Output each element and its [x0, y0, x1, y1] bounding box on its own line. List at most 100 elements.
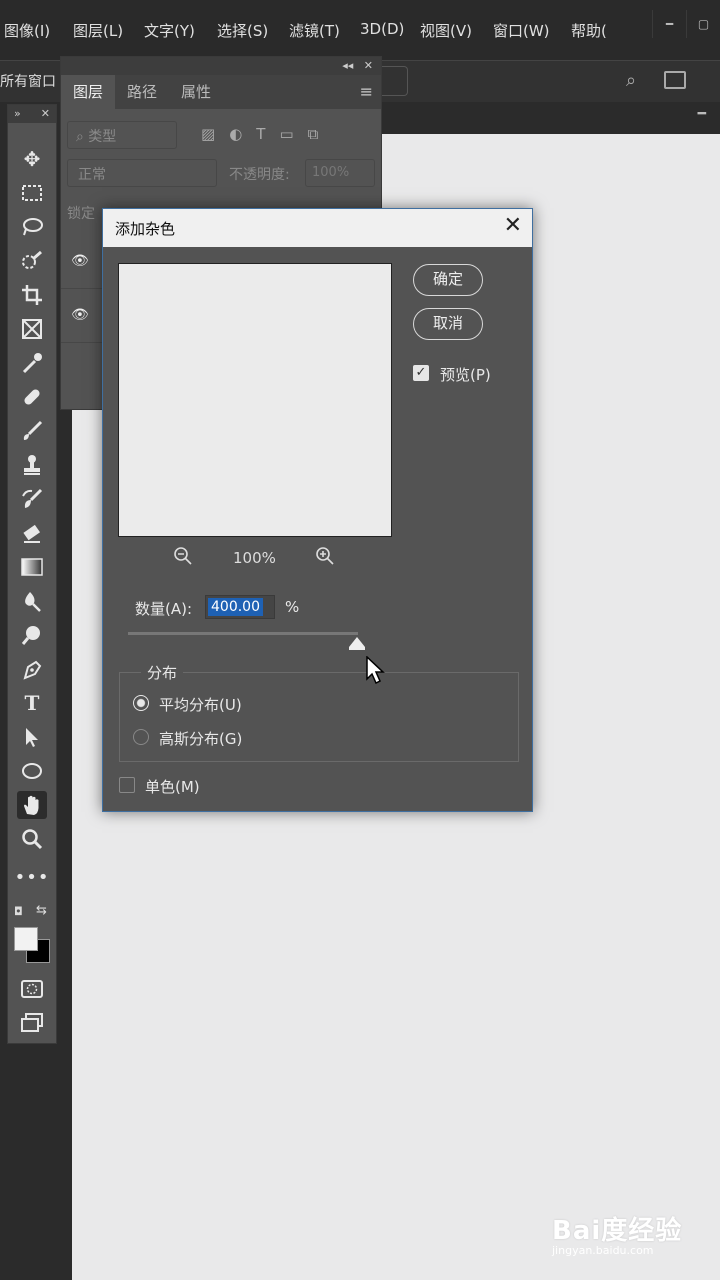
close-icon[interactable]: ✕ — [504, 213, 522, 238]
layer-filter-select[interactable]: ⌕ 类型 — [67, 121, 177, 149]
gradient-icon[interactable] — [17, 553, 47, 581]
amount-value: 400.00 — [208, 598, 263, 616]
smart-filter-icon[interactable]: ⧉ — [308, 125, 319, 143]
frame-icon[interactable] — [17, 315, 47, 343]
amount-slider[interactable] — [128, 632, 358, 635]
opacity-input[interactable]: 100% — [305, 159, 375, 187]
workspace-icon[interactable] — [664, 71, 686, 89]
lasso-icon[interactable] — [17, 213, 47, 241]
dialog-title-bar[interactable]: 添加杂色 ✕ — [103, 209, 532, 247]
menu-help[interactable]: 帮助( — [571, 20, 607, 41]
zoom-in-icon[interactable] — [315, 546, 335, 571]
more-tools-icon[interactable]: ••• — [15, 863, 49, 891]
preview-checkbox[interactable]: ✓ — [413, 365, 429, 381]
image-filter-icon[interactable]: ▨ — [201, 125, 215, 143]
panel-header[interactable]: ◂◂ ✕ — [61, 57, 381, 75]
expand-toolbar-icon[interactable]: » — [14, 105, 21, 123]
watermark-logo: Bai度经验 — [552, 1216, 683, 1246]
monochromatic-checkbox[interactable] — [119, 777, 135, 793]
visibility-eye-icon[interactable]: 👁 — [71, 307, 89, 323]
blend-mode-select[interactable]: 正常 — [67, 159, 217, 187]
cancel-button[interactable]: 取消 — [413, 308, 483, 340]
filter-label: 类型 — [88, 129, 117, 145]
zoom-level: 100% — [233, 549, 276, 567]
gaussian-label: 高斯分布(G) — [159, 730, 243, 748]
collapse-panel-icon[interactable]: ◂◂ — [342, 59, 353, 72]
ellipse-icon[interactable] — [17, 757, 47, 785]
quick-select-icon[interactable] — [17, 247, 47, 275]
watermark-url: jingyan.baidu.com — [552, 1244, 654, 1257]
filter-icons: ▨ ◐ T ▭ ⧉ — [201, 125, 318, 143]
mouse-cursor-icon — [366, 656, 385, 685]
options-field[interactable] — [382, 66, 408, 96]
amount-label: 数量(A): — [135, 600, 193, 618]
panel-menu-icon[interactable]: ≡ — [352, 75, 381, 109]
hand-icon[interactable] — [17, 791, 47, 819]
amount-input[interactable]: 400.00 — [205, 595, 275, 619]
move-icon[interactable]: ✥ — [17, 145, 47, 173]
panel-minimize-icon[interactable]: ━ — [698, 106, 706, 122]
panel-tabs: 图层 路径 属性 ≡ — [61, 75, 381, 109]
amount-unit: % — [285, 598, 300, 616]
eraser-icon[interactable] — [17, 519, 47, 547]
quick-mask-icon[interactable] — [17, 975, 47, 1003]
tab-properties[interactable]: 属性 — [169, 75, 223, 109]
blur-icon[interactable] — [17, 587, 47, 615]
lock-label: 锁定 — [67, 206, 95, 222]
screen-mode-icon[interactable] — [17, 1009, 47, 1037]
uniform-radio[interactable] — [133, 695, 149, 711]
type-icon[interactable]: T — [17, 689, 47, 717]
baidu-jingyan-watermark: Bai度经验 jingyan.baidu.com — [552, 1204, 702, 1266]
gaussian-radio[interactable] — [133, 729, 149, 745]
add-noise-dialog: 添加杂色 ✕ 100% 确定 取消 ✓ 预览(P) 数量(A): 400.00 … — [102, 208, 533, 812]
zoom-icon[interactable] — [17, 825, 47, 853]
eyedropper-icon[interactable] — [17, 349, 47, 377]
history-brush-icon[interactable] — [17, 485, 47, 513]
opacity-label: 不透明度: — [229, 167, 290, 183]
shape-filter-icon[interactable]: ▭ — [279, 125, 293, 143]
swap-colors-icon[interactable]: ⇆ — [36, 903, 47, 918]
menu-window[interactable]: 窗口(W) — [493, 20, 550, 41]
ok-button[interactable]: 确定 — [413, 264, 483, 296]
menu-3d[interactable]: 3D(D) — [360, 20, 404, 38]
menu-layer[interactable]: 图层(L) — [73, 20, 123, 41]
window-controls: ━ ▢ — [652, 10, 720, 38]
toolbar-header[interactable]: » ✕ — [8, 105, 56, 123]
menu-image[interactable]: 图像(I) — [4, 20, 50, 41]
healing-icon[interactable] — [17, 383, 47, 411]
brush-icon[interactable] — [17, 417, 47, 445]
menu-view[interactable]: 视图(V) — [420, 20, 472, 41]
tab-paths[interactable]: 路径 — [115, 75, 169, 109]
type-filter-icon[interactable]: T — [256, 125, 265, 143]
menu-filter[interactable]: 滤镜(T) — [289, 20, 340, 41]
filter-preview[interactable] — [118, 263, 392, 537]
stamp-icon[interactable] — [17, 451, 47, 479]
crop-icon[interactable] — [17, 281, 47, 309]
photoshop-window: { "menubar": { "items": ["图像(I)", "图层(L)… — [0, 0, 720, 1280]
close-panel-icon[interactable]: ✕ — [364, 59, 373, 72]
minimize-window-icon[interactable]: ━ — [652, 10, 686, 38]
visibility-eye-icon[interactable]: 👁 — [71, 253, 89, 269]
search-icon[interactable]: ⌕ — [626, 70, 636, 91]
monochromatic-label: 单色(M) — [145, 778, 200, 796]
default-colors-icon[interactable]: ◘ — [14, 905, 23, 918]
close-toolbar-icon[interactable]: ✕ — [41, 105, 50, 123]
maximize-window-icon[interactable]: ▢ — [686, 10, 720, 38]
zoom-out-icon[interactable] — [173, 546, 193, 571]
marquee-icon[interactable] — [17, 179, 47, 207]
menu-bar: 图像(I) 图层(L) 文字(Y) 选择(S) 滤镜(T) 3D(D) 视图(V… — [0, 0, 720, 60]
adjustment-filter-icon[interactable]: ◐ — [229, 125, 242, 143]
foreground-color-swatch[interactable] — [14, 927, 38, 951]
uniform-label: 平均分布(U) — [159, 696, 242, 714]
pen-icon[interactable] — [17, 655, 47, 683]
path-select-icon[interactable] — [17, 723, 47, 751]
menu-type[interactable]: 文字(Y) — [144, 20, 195, 41]
toolbar: » ✕ ✥ T ••• ◘ ⇆ — [7, 104, 57, 1044]
tab-layers[interactable]: 图层 — [61, 75, 116, 109]
dialog-title: 添加杂色 — [115, 220, 176, 238]
amount-slider-thumb[interactable] — [349, 637, 365, 650]
preview-label: 预览(P) — [440, 366, 491, 384]
workspace-option-label[interactable]: 所有窗口 — [0, 71, 56, 91]
menu-select[interactable]: 选择(S) — [217, 20, 268, 41]
dodge-icon[interactable] — [17, 621, 47, 649]
